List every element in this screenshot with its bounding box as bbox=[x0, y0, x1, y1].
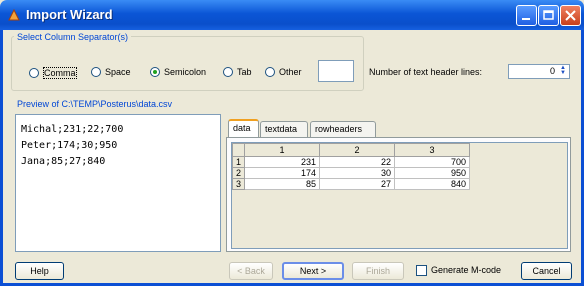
minimize-button[interactable] bbox=[516, 5, 537, 26]
other-separator-input[interactable] bbox=[318, 60, 354, 82]
radio-space-dot[interactable] bbox=[91, 67, 101, 77]
data-table: 1 2 3 1 231 22 700 2 174 30 950 3 85 27 … bbox=[231, 143, 471, 190]
tab-rowheaders[interactable]: rowheaders bbox=[310, 121, 376, 137]
radio-other-dot[interactable] bbox=[265, 67, 275, 77]
radio-other[interactable]: Other bbox=[265, 67, 302, 77]
preview-line: Michal;231;22;700 bbox=[21, 124, 124, 135]
table-header-row: 1 2 3 bbox=[231, 143, 471, 157]
finish-button[interactable]: Finish bbox=[352, 262, 404, 280]
cancel-button[interactable]: Cancel bbox=[521, 262, 572, 280]
column-header[interactable]: 3 bbox=[394, 143, 471, 157]
table-row: 3 85 27 840 bbox=[231, 178, 471, 190]
radio-other-label: Other bbox=[279, 67, 302, 77]
separator-group bbox=[11, 36, 364, 91]
radio-tab[interactable]: Tab bbox=[223, 67, 252, 77]
radio-semicolon-dot[interactable] bbox=[150, 67, 160, 77]
tab-data[interactable]: data bbox=[228, 119, 259, 137]
close-icon bbox=[565, 10, 576, 21]
window-title: Import Wizard bbox=[26, 7, 113, 22]
radio-comma-dot[interactable] bbox=[29, 68, 39, 78]
table-row: 2 174 30 950 bbox=[231, 167, 471, 179]
help-button[interactable]: Help bbox=[15, 262, 64, 280]
preview-line: Peter;174;30;950 bbox=[21, 140, 118, 151]
text-preview[interactable]: Michal;231;22;700 Peter;174;30;950 Jana;… bbox=[15, 114, 221, 252]
next-button[interactable]: Next > bbox=[282, 262, 344, 280]
radio-semicolon[interactable]: Semicolon bbox=[150, 67, 206, 77]
spinner-arrows-icon[interactable]: ▲ ▼ bbox=[558, 65, 568, 77]
tab-textdata[interactable]: textdata bbox=[260, 121, 308, 137]
corner-header bbox=[231, 143, 246, 157]
column-header[interactable]: 2 bbox=[319, 143, 396, 157]
minimize-icon bbox=[522, 18, 530, 20]
preview-label: Preview of C:\TEMP\Posterus\data.csv bbox=[17, 99, 173, 109]
table-cell[interactable]: 950 bbox=[394, 167, 471, 179]
header-lines-value: 0 bbox=[549, 66, 555, 76]
table-cell[interactable]: 840 bbox=[394, 178, 471, 190]
maximize-button[interactable] bbox=[538, 5, 559, 26]
radio-space[interactable]: Space bbox=[91, 67, 131, 77]
data-grid[interactable]: 1 2 3 1 231 22 700 2 174 30 950 3 85 27 … bbox=[231, 142, 568, 249]
header-lines-spinner[interactable]: 0 ▲ ▼ bbox=[508, 64, 570, 79]
title-bar[interactable]: Import Wizard bbox=[0, 0, 584, 30]
radio-tab-label: Tab bbox=[237, 67, 252, 77]
row-header[interactable]: 2 bbox=[231, 167, 246, 179]
row-header[interactable]: 3 bbox=[231, 178, 246, 190]
maximize-icon bbox=[543, 10, 554, 20]
radio-space-label: Space bbox=[105, 67, 131, 77]
table-cell[interactable]: 30 bbox=[319, 167, 396, 179]
separator-legend: Select Column Separator(s) bbox=[14, 32, 132, 42]
generate-mcode-checkbox[interactable] bbox=[416, 265, 427, 276]
preview-line: Jana;85;27;840 bbox=[21, 156, 106, 167]
close-button[interactable] bbox=[560, 5, 581, 26]
radio-comma[interactable]: Comma bbox=[29, 67, 77, 79]
table-row: 1 231 22 700 bbox=[231, 156, 471, 168]
table-cell[interactable]: 174 bbox=[244, 167, 321, 179]
table-cell[interactable]: 231 bbox=[244, 156, 321, 168]
table-cell[interactable]: 85 bbox=[244, 178, 321, 190]
import-wizard-icon bbox=[8, 8, 20, 21]
radio-comma-label: Comma bbox=[43, 67, 77, 79]
radio-tab-dot[interactable] bbox=[223, 67, 233, 77]
column-header[interactable]: 1 bbox=[244, 143, 321, 157]
header-lines-label: Number of text header lines: bbox=[369, 67, 483, 77]
row-header[interactable]: 1 bbox=[231, 156, 246, 168]
back-button[interactable]: < Back bbox=[229, 262, 273, 280]
generate-mcode-label: Generate M-code bbox=[431, 265, 502, 275]
table-cell[interactable]: 22 bbox=[319, 156, 396, 168]
table-cell[interactable]: 700 bbox=[394, 156, 471, 168]
radio-semicolon-label: Semicolon bbox=[164, 67, 207, 77]
table-cell[interactable]: 27 bbox=[319, 178, 396, 190]
